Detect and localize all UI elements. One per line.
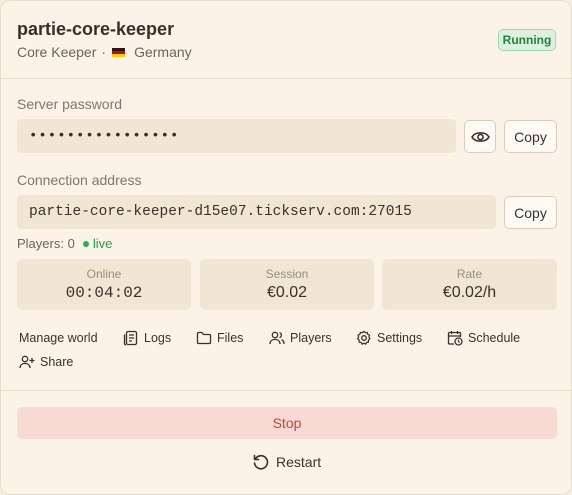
server-name: partie-core-keeper (17, 19, 175, 39)
live-indicator: live (92, 236, 113, 251)
players-button[interactable]: Players (269, 330, 332, 346)
logs-icon (123, 330, 138, 346)
schedule-label: Schedule (468, 331, 521, 345)
folder-icon (196, 331, 212, 345)
show-password-button[interactable] (464, 120, 496, 153)
manage-world-button[interactable]: Manage world (19, 331, 98, 345)
eye-icon (470, 131, 490, 142)
copy-address-button[interactable]: Copy (504, 196, 557, 229)
server-card: partie-core-keeper Core Keeper · Germany… (0, 0, 572, 495)
server-header: partie-core-keeper Core Keeper · Germany… (1, 1, 571, 79)
files-label: Files (217, 331, 244, 345)
restart-label: Restart (276, 454, 322, 470)
live-dot-icon (82, 240, 89, 247)
share-button[interactable]: Share (19, 354, 73, 370)
game-name: Core Keeper (17, 44, 97, 60)
players-count: Players: 0 (17, 236, 75, 251)
stat-label: Session (265, 267, 309, 281)
users-icon (269, 331, 285, 345)
stat-session: Session €0.02 (200, 259, 374, 310)
stat-online: Online 00:04:02 (17, 259, 191, 310)
server-subtitle: Core Keeper · Germany (17, 44, 192, 60)
calendar-clock-icon (447, 331, 463, 346)
password-field[interactable]: •••••••••••••••• (17, 119, 456, 153)
copy-password-button[interactable]: Copy (504, 120, 557, 153)
settings-button[interactable]: Settings (356, 330, 422, 346)
password-label: Server password (17, 96, 123, 112)
restart-icon (253, 454, 269, 470)
stat-label: Online (86, 267, 122, 281)
user-plus-icon (19, 355, 35, 369)
settings-label: Settings (377, 331, 423, 345)
logs-button[interactable]: Logs (123, 330, 171, 346)
schedule-button[interactable]: Schedule (447, 330, 520, 346)
stat-value: 00:04:02 (65, 284, 143, 302)
files-button[interactable]: Files (196, 330, 243, 346)
stat-value: €0.02 (266, 284, 308, 301)
stat-rate: Rate €0.02/h (382, 259, 557, 310)
restart-button[interactable]: Restart (252, 453, 321, 471)
connection-address-field[interactable]: partie-core-keeper-d15e07.tickserv.com:2… (17, 195, 496, 229)
stat-label: Rate (456, 267, 483, 281)
password-value: •••••••••••••••• (29, 128, 180, 144)
stat-value: €0.02/h (442, 284, 497, 301)
players-status: Players: 0 live (17, 236, 112, 251)
subtitle-separator: · (101, 44, 107, 60)
logs-label: Logs (144, 331, 172, 345)
connection-label: Connection address (17, 172, 142, 188)
germany-flag-icon (112, 47, 126, 57)
manage-world-label: Manage world (19, 331, 98, 345)
share-label: Share (40, 355, 74, 369)
players-label: Players (290, 331, 332, 345)
stop-button[interactable]: Stop (17, 407, 557, 439)
divider (1, 390, 571, 391)
connection-address-value: partie-core-keeper-d15e07.tickserv.com:2… (29, 204, 412, 220)
gear-icon (357, 330, 371, 345)
status-badge: Running (498, 29, 556, 51)
server-region: Germany (134, 44, 192, 60)
